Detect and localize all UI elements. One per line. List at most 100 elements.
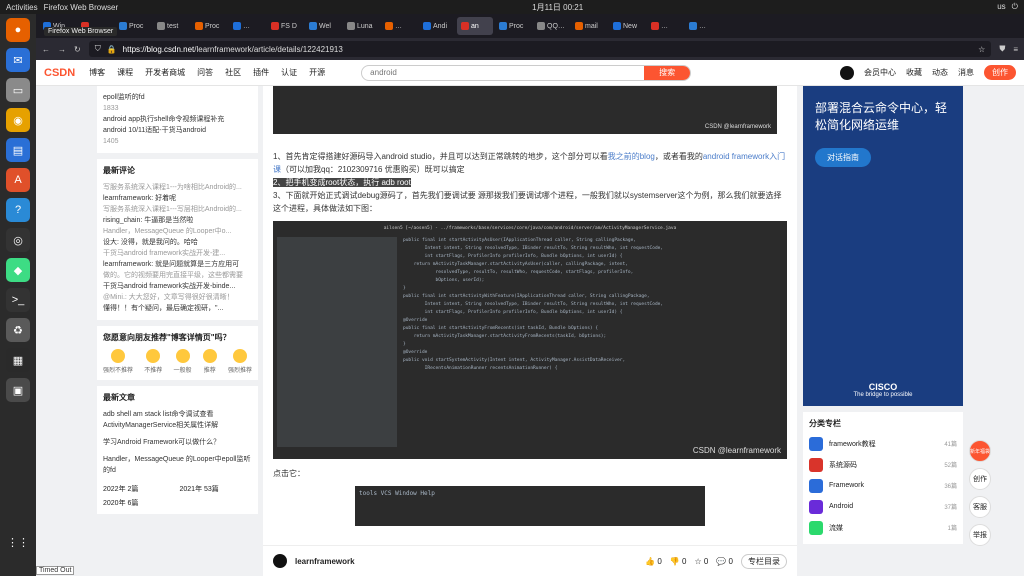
search-input[interactable] (362, 68, 645, 77)
software-icon[interactable]: A (6, 168, 30, 192)
survey-option[interactable]: 强烈推荐 (228, 349, 252, 374)
reload-icon[interactable]: ↻ (74, 45, 81, 54)
user-nav-item[interactable]: 动态 (932, 67, 948, 78)
nav-item[interactable]: 开发者商城 (145, 67, 185, 78)
recent-article[interactable]: 学习Android Framework可以做什么？ (103, 437, 252, 448)
browser-tab[interactable]: Luna (343, 17, 379, 35)
browser-tab[interactable]: an (457, 17, 493, 35)
obs-icon[interactable]: ◎ (6, 228, 30, 252)
app-menu[interactable]: Firefox Web Browser (44, 3, 119, 12)
bookmark-star-icon[interactable]: ☆ (978, 45, 985, 54)
browser-tab[interactable]: Proc (191, 17, 227, 35)
shield-icon[interactable]: ⛉ (95, 44, 101, 54)
toc-button[interactable]: 专栏目录 (741, 553, 787, 569)
browser-tab[interactable]: … (685, 17, 721, 35)
clock[interactable]: 1月11日 00:21 (532, 2, 583, 13)
dislike-count[interactable]: 👎 0 (670, 557, 687, 566)
pocket-icon[interactable]: ⛊ (999, 44, 1005, 54)
nav-item[interactable]: 开源 (309, 67, 325, 78)
user-nav-item[interactable]: 会员中心 (864, 67, 896, 78)
archive-item[interactable]: 2021年 53篇 (180, 484, 253, 494)
thunderbird-icon[interactable]: ✉ (6, 48, 30, 72)
browser-tab[interactable]: Wel (305, 17, 341, 35)
comment-count[interactable]: 💬 0 (716, 557, 733, 566)
browser-tab[interactable]: Proc (115, 17, 151, 35)
trash-icon[interactable]: ♻ (6, 318, 30, 342)
nav-item[interactable]: 博客 (89, 67, 105, 78)
browser-tab[interactable]: … (381, 17, 417, 35)
search-button[interactable]: 搜索 (644, 65, 691, 80)
cisco-ad[interactable]: 部署混合云命令中心，轻松简化网络运维 对话指南 CISCO The bridge … (803, 86, 963, 406)
archive-item[interactable]: 2020年 6篇 (103, 498, 176, 508)
blog-link[interactable]: 我之前的blog (608, 152, 655, 161)
writer-icon[interactable]: ▤ (6, 138, 30, 162)
like-count[interactable]: 👍 0 (645, 557, 662, 566)
survey-option[interactable]: 强烈不推荐 (103, 349, 133, 374)
url-field[interactable]: ⛉ 🔒 https://blog.csdn.net/learnframework… (88, 41, 992, 57)
survey-option[interactable]: 一般般 (174, 349, 192, 374)
menu-icon[interactable]: ≡ (1013, 45, 1018, 54)
hot-article-2[interactable]: android app执行shell命令视频课程补充 (103, 114, 252, 125)
browser-tab[interactable]: FS D (267, 17, 303, 35)
browser-tab[interactable]: QQ… (533, 17, 569, 35)
csdn-logo[interactable]: CSDN (44, 67, 75, 79)
nav-item[interactable]: 问答 (197, 67, 213, 78)
category-item[interactable]: 流媒 1篇 (809, 517, 957, 538)
comment-line[interactable]: Handler，MessageQueue 的Looper中o... (103, 226, 252, 237)
show-apps-icon[interactable]: ⋮⋮ (6, 530, 30, 554)
lock-icon[interactable]: 🔒 (107, 45, 117, 54)
power-icon[interactable]: ⏻ (1012, 2, 1018, 12)
nav-item[interactable]: 社区 (225, 67, 241, 78)
android-studio-icon[interactable]: ◆ (6, 258, 30, 282)
chip-icon[interactable]: ▦ (6, 348, 30, 372)
avatar[interactable] (840, 65, 854, 80)
ad-cta-button[interactable]: 对话指南 (815, 148, 871, 167)
locale-indicator[interactable]: us (997, 2, 1005, 12)
nav-item[interactable]: 插件 (253, 67, 269, 78)
browser-tab[interactable]: … (229, 17, 265, 35)
help-icon[interactable]: ? (6, 198, 30, 222)
recent-article[interactable]: Handler，MessageQueue 的Looper中epoll监听的fd (103, 454, 252, 476)
browser-tab[interactable]: test (153, 17, 189, 35)
new-year-bag-button[interactable]: 新年福袋 (969, 440, 991, 462)
nav-item[interactable]: 认证 (281, 67, 297, 78)
survey-option[interactable]: 推荐 (202, 349, 217, 374)
comment-line[interactable]: 写服务系统深入课程1---写层相比Android的... (103, 204, 252, 215)
activities-button[interactable]: Activities (6, 3, 38, 12)
comment-line[interactable]: 写服务系统深入课程1---为啥相比Android的... (103, 182, 252, 193)
rhythmbox-icon[interactable]: ◉ (6, 108, 30, 132)
browser-tab[interactable]: mail (571, 17, 607, 35)
forward-icon[interactable]: → (58, 45, 66, 54)
create-float-button[interactable]: 创作 (969, 468, 991, 490)
nav-item[interactable]: 课程 (117, 67, 133, 78)
favorite-count[interactable]: ☆ 0 (695, 557, 709, 566)
category-item[interactable]: framework教程 41篇 (809, 433, 957, 454)
comment-line[interactable]: 干货马android framework实战开发-建... (103, 248, 252, 259)
user-nav-item[interactable]: 收藏 (906, 67, 922, 78)
report-float-button[interactable]: 举报 (969, 524, 991, 546)
service-float-button[interactable]: 客服 (969, 496, 991, 518)
category-item[interactable]: Android 37篇 (809, 496, 957, 517)
user-nav-item[interactable]: 消息 (958, 67, 974, 78)
browser-tab[interactable]: … (647, 17, 683, 35)
browser-tab[interactable]: New (609, 17, 645, 35)
browser-tab[interactable]: Andi (419, 17, 455, 35)
survey-option[interactable]: 不推荐 (144, 349, 162, 374)
recent-article[interactable]: adb shell am stack list命令调试查看ActivityMan… (103, 409, 252, 431)
author-name[interactable]: learnframework (295, 557, 355, 566)
browser-tab[interactable]: Proc (495, 17, 531, 35)
category-item[interactable]: 系统源码 52篇 (809, 454, 957, 475)
author-avatar[interactable] (273, 554, 287, 568)
back-icon[interactable]: ← (42, 45, 50, 54)
hot-article-3[interactable]: android 10/11适配-干货马android (103, 125, 252, 136)
archive-item[interactable]: 2022年 2篇 (103, 484, 176, 494)
comment-line[interactable]: @Mini.: 大大您好，文章写得很好很清晰！ (103, 292, 252, 303)
gnome-icon[interactable]: ▣ (6, 378, 30, 402)
category-item[interactable]: Framework 36篇 (809, 475, 957, 496)
firefox-icon[interactable]: ● (6, 18, 30, 42)
files-icon[interactable]: ▭ (6, 78, 30, 102)
hot-article-1[interactable]: epoll监听的fd (103, 92, 252, 103)
terminal-icon[interactable]: >_ (6, 288, 30, 312)
comment-line[interactable]: 做的。它的视频要用完直接平级，这些都需要 (103, 270, 252, 281)
create-button[interactable]: 创作 (984, 65, 1016, 80)
